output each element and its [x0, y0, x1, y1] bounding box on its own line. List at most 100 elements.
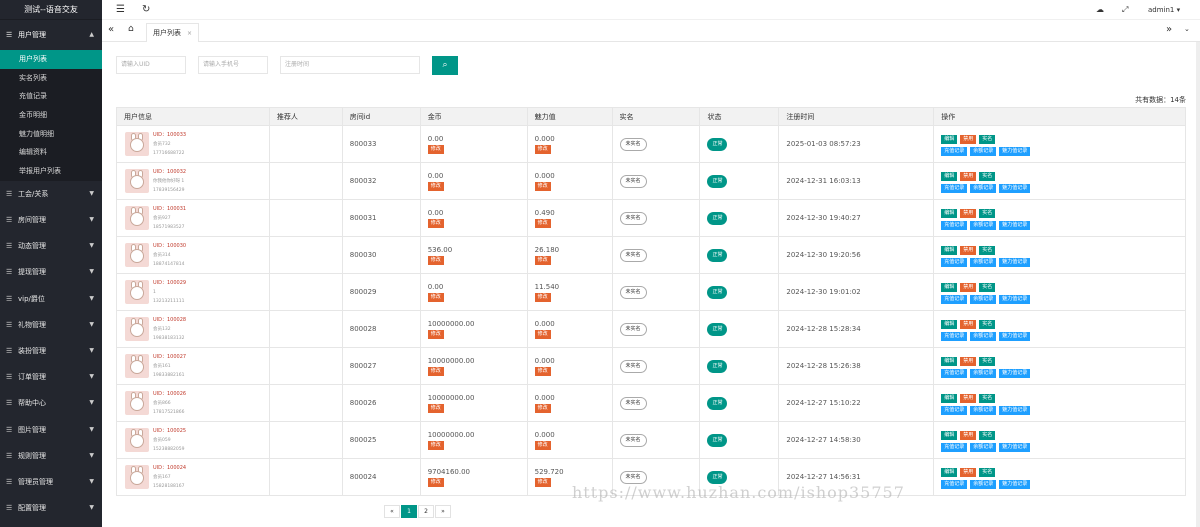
page-2-button[interactable]: 2 — [418, 505, 434, 518]
sidebar-group-3[interactable]: ☰ 动态管理 ▼ — [0, 233, 102, 259]
balance-record-button[interactable]: 余额记录 — [970, 147, 997, 156]
refresh-icon[interactable]: ↻ — [142, 4, 150, 15]
modify-charm-button[interactable]: 修改 — [534, 292, 551, 302]
modify-charm-button[interactable]: 修改 — [534, 366, 551, 376]
sidebar-group-9[interactable]: ☰ 帮助中心 ▼ — [0, 390, 102, 416]
edit-button[interactable]: 编辑 — [941, 246, 958, 255]
disable-button[interactable]: 禁用 — [960, 283, 977, 292]
recharge-record-button[interactable]: 充值记录 — [941, 332, 968, 341]
sidebar-item[interactable]: 实名列表 — [0, 69, 102, 88]
balance-record-button[interactable]: 余额记录 — [970, 443, 997, 452]
modify-coin-button[interactable]: 修改 — [427, 403, 444, 413]
charm-record-button[interactable]: 魅力值记录 — [999, 443, 1031, 452]
sidebar-item[interactable]: 魅力值明细 — [0, 125, 102, 144]
realname-button[interactable]: 实名 — [979, 246, 996, 255]
modify-coin-button[interactable]: 修改 — [427, 440, 444, 450]
sidebar-group-13[interactable]: ☰ 配置管理 ▼ — [0, 495, 102, 521]
modify-coin-button[interactable]: 修改 — [427, 144, 444, 154]
realname-button[interactable]: 实名 — [979, 320, 996, 329]
sidebar-group-6[interactable]: ☰ 礼物管理 ▼ — [0, 312, 102, 338]
tabs-left-icon[interactable]: « — [108, 24, 114, 35]
search-button[interactable]: ⌕ — [432, 56, 458, 75]
modify-coin-button[interactable]: 修改 — [427, 292, 444, 302]
edit-button[interactable]: 编辑 — [941, 431, 958, 440]
prev-page-button[interactable]: « — [384, 505, 400, 518]
sidebar-group-12[interactable]: ☰ 管理员管理 ▼ — [0, 469, 102, 495]
edit-button[interactable]: 编辑 — [941, 394, 958, 403]
scrollbar[interactable] — [1196, 42, 1200, 527]
modify-charm-button[interactable]: 修改 — [534, 403, 551, 413]
balance-record-button[interactable]: 余额记录 — [970, 295, 997, 304]
tab-user-list[interactable]: 用户列表 × — [146, 23, 200, 42]
charm-record-button[interactable]: 魅力值记录 — [999, 184, 1031, 193]
charm-record-button[interactable]: 魅力值记录 — [999, 369, 1031, 378]
realname-button[interactable]: 实名 — [979, 468, 996, 477]
sidebar-group-8[interactable]: ☰ 订单管理 ▼ — [0, 364, 102, 390]
sidebar-group-2[interactable]: ☰ 房间管理 ▼ — [0, 207, 102, 233]
edit-button[interactable]: 编辑 — [941, 172, 958, 181]
disable-button[interactable]: 禁用 — [960, 172, 977, 181]
modify-charm-button[interactable]: 修改 — [534, 255, 551, 265]
recharge-record-button[interactable]: 充值记录 — [941, 221, 968, 230]
charm-record-button[interactable]: 魅力值记录 — [999, 406, 1031, 415]
theme-icon[interactable]: ☁ — [1096, 5, 1104, 14]
sidebar-item[interactable]: 充值记录 — [0, 87, 102, 106]
realname-button[interactable]: 实名 — [979, 357, 996, 366]
edit-button[interactable]: 编辑 — [941, 320, 958, 329]
modify-coin-button[interactable]: 修改 — [427, 477, 444, 487]
recharge-record-button[interactable]: 充值记录 — [941, 147, 968, 156]
sidebar-group-5[interactable]: ☰ vip/爵位 ▼ — [0, 286, 102, 312]
recharge-record-button[interactable]: 充值记录 — [941, 295, 968, 304]
modify-charm-button[interactable]: 修改 — [534, 144, 551, 154]
sidebar-item[interactable]: 用户列表 — [0, 50, 102, 69]
date-input[interactable]: 注册时间 — [280, 56, 420, 74]
disable-button[interactable]: 禁用 — [960, 246, 977, 255]
balance-record-button[interactable]: 余额记录 — [970, 406, 997, 415]
disable-button[interactable]: 禁用 — [960, 320, 977, 329]
charm-record-button[interactable]: 魅力值记录 — [999, 295, 1031, 304]
fullscreen-icon[interactable]: ⤢ — [1122, 5, 1128, 15]
charm-record-button[interactable]: 魅力值记录 — [999, 147, 1031, 156]
modify-charm-button[interactable]: 修改 — [534, 181, 551, 191]
page-1-button[interactable]: 1 — [401, 505, 417, 518]
realname-button[interactable]: 实名 — [979, 283, 996, 292]
sidebar-item[interactable]: 金币明细 — [0, 106, 102, 125]
recharge-record-button[interactable]: 充值记录 — [941, 258, 968, 267]
charm-record-button[interactable]: 魅力值记录 — [999, 221, 1031, 230]
disable-button[interactable]: 禁用 — [960, 209, 977, 218]
realname-button[interactable]: 实名 — [979, 209, 996, 218]
recharge-record-button[interactable]: 充值记录 — [941, 369, 968, 378]
menu-toggle-icon[interactable]: ☰ — [116, 4, 125, 15]
sidebar-group-7[interactable]: ☰ 装扮管理 ▼ — [0, 338, 102, 364]
realname-button[interactable]: 实名 — [979, 172, 996, 181]
disable-button[interactable]: 禁用 — [960, 135, 977, 144]
sidebar-item[interactable]: 举报用户列表 — [0, 162, 102, 181]
phone-input[interactable]: 请输入手机号 — [198, 56, 268, 74]
edit-button[interactable]: 编辑 — [941, 209, 958, 218]
charm-record-button[interactable]: 魅力值记录 — [999, 258, 1031, 267]
balance-record-button[interactable]: 余额记录 — [970, 221, 997, 230]
disable-button[interactable]: 禁用 — [960, 394, 977, 403]
sidebar-group-4[interactable]: ☰ 提现管理 ▼ — [0, 259, 102, 285]
modify-coin-button[interactable]: 修改 — [427, 255, 444, 265]
edit-button[interactable]: 编辑 — [941, 357, 958, 366]
recharge-record-button[interactable]: 充值记录 — [941, 443, 968, 452]
realname-button[interactable]: 实名 — [979, 431, 996, 440]
balance-record-button[interactable]: 余额记录 — [970, 184, 997, 193]
charm-record-button[interactable]: 魅力值记录 — [999, 332, 1031, 341]
sidebar-group-10[interactable]: ☰ 图片管理 ▼ — [0, 417, 102, 443]
charm-record-button[interactable]: 魅力值记录 — [999, 480, 1031, 489]
disable-button[interactable]: 禁用 — [960, 468, 977, 477]
modify-charm-button[interactable]: 修改 — [534, 477, 551, 487]
sidebar-group-1[interactable]: ☰ 工会/关系 ▼ — [0, 181, 102, 207]
balance-record-button[interactable]: 余额记录 — [970, 369, 997, 378]
balance-record-button[interactable]: 余额记录 — [970, 332, 997, 341]
disable-button[interactable]: 禁用 — [960, 357, 977, 366]
edit-button[interactable]: 编辑 — [941, 468, 958, 477]
sidebar-group-0[interactable]: ☰ 用户管理 ▲ — [0, 20, 102, 50]
realname-button[interactable]: 实名 — [979, 394, 996, 403]
balance-record-button[interactable]: 余额记录 — [970, 480, 997, 489]
modify-charm-button[interactable]: 修改 — [534, 329, 551, 339]
modify-coin-button[interactable]: 修改 — [427, 181, 444, 191]
edit-button[interactable]: 编辑 — [941, 135, 958, 144]
